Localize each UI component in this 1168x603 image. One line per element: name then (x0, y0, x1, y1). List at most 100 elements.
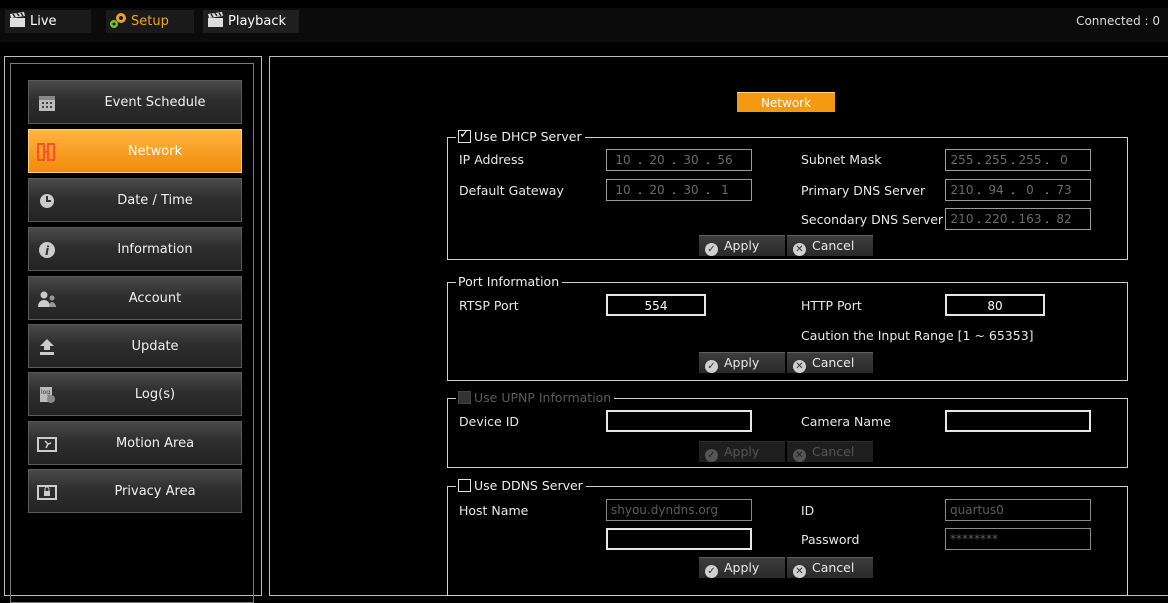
ip-octet: 210 (950, 183, 974, 197)
sidebar-item-logs[interactable]: log Log(s) (28, 372, 242, 416)
button-label: Apply (724, 444, 760, 459)
ip-dot: . (672, 183, 676, 197)
sidebar-item-network[interactable]: Network (28, 129, 242, 173)
network-icon (37, 143, 55, 161)
check-icon: ✓ (705, 243, 718, 256)
port-cancel-button[interactable]: ✕ Cancel (787, 352, 873, 373)
tab-live[interactable]: Live (5, 10, 91, 33)
ip-dot: . (977, 183, 981, 197)
http-port-input[interactable]: 80 (945, 294, 1045, 316)
ip-address-field[interactable]: 10. 20. 30. 56 (606, 149, 752, 171)
dhcp-legend: Use DHCP Server (456, 127, 585, 145)
sidebar-item-update[interactable]: Update (28, 324, 242, 368)
sidebar-item-label: Network (127, 144, 183, 159)
ip-dot: . (1045, 212, 1049, 226)
ip-octet: 0 (1060, 153, 1068, 167)
close-icon: ✕ (793, 243, 806, 256)
dhcp-apply-button[interactable]: ✓ Apply (699, 235, 785, 256)
device-id-label: Device ID (459, 414, 520, 429)
clapper-icon (10, 12, 25, 27)
sidebar-item-label: Privacy Area (114, 484, 196, 499)
upnp-apply-button: ✓ Apply (699, 441, 785, 462)
camera-name-label: Camera Name (801, 414, 891, 429)
users-icon (38, 291, 56, 307)
ip-dot: . (1011, 183, 1015, 197)
port-legend: Port Information (456, 274, 563, 290)
page-title: Network (737, 92, 835, 112)
dhcp-cancel-button[interactable]: ✕ Cancel (787, 235, 873, 256)
button-label: Apply (724, 355, 760, 370)
check-icon: ✓ (705, 360, 718, 373)
calendar-icon (39, 96, 55, 111)
check-icon: ✓ (705, 565, 718, 578)
ip-address-label: IP Address (459, 152, 524, 167)
sidebar-item-motion-area[interactable]: Motion Area (28, 421, 242, 465)
camera-name-input[interactable] (945, 410, 1091, 432)
info-icon: i (39, 242, 55, 258)
button-label: Apply (724, 560, 760, 575)
button-label: Apply (724, 238, 760, 253)
tab-playback-label: Playback (228, 14, 287, 29)
sidebar-item-information[interactable]: i Information (28, 227, 242, 271)
clock-icon (40, 194, 54, 208)
ip-octet: 220 (984, 212, 1008, 226)
ip-octet: 30 (683, 183, 699, 197)
secondary-dns-field[interactable]: 210. 220. 163. 82 (945, 208, 1091, 230)
ip-dot: . (672, 153, 676, 167)
tab-live-label: Live (30, 14, 57, 29)
port-apply-button[interactable]: ✓ Apply (699, 352, 785, 373)
dhcp-legend-label: Use DHCP Server (474, 129, 582, 144)
rtsp-port-input[interactable]: 554 (606, 294, 706, 316)
sidebar-item-event-schedule[interactable]: Event Schedule (28, 80, 242, 124)
host-name-input[interactable]: shyou.dyndns.org (606, 499, 752, 521)
ip-dot: . (638, 183, 642, 197)
dhcp-checkbox[interactable] (458, 127, 471, 143)
ip-dot: . (1045, 153, 1049, 167)
log-icon: log (40, 387, 55, 403)
ddns-password-input[interactable]: ******** (945, 528, 1091, 550)
ip-dot: . (706, 183, 710, 197)
tab-setup[interactable]: Setup (106, 10, 194, 33)
ip-octet: 10 (615, 183, 631, 197)
ddns-legend-label: Use DDNS Server (474, 478, 583, 493)
ip-dot: . (1011, 153, 1015, 167)
sidebar-item-account[interactable]: Account (28, 276, 242, 320)
sidebar-item-label: Date / Time (117, 193, 193, 208)
button-label: Cancel (812, 560, 855, 575)
ddns-checkbox[interactable] (458, 479, 471, 492)
sidebar-item-label: Motion Area (115, 436, 195, 451)
sidebar-item-label: Log(s) (134, 387, 176, 402)
device-id-input[interactable] (606, 410, 752, 432)
close-icon: ✕ (793, 360, 806, 373)
button-label: Cancel (812, 238, 855, 253)
motion-icon (37, 437, 57, 452)
ip-octet: 20 (649, 183, 665, 197)
ip-octet: 255 (1018, 153, 1042, 167)
upnp-legend-label: Use UPNP Information (474, 390, 612, 405)
lock-icon (37, 485, 57, 500)
sidebar-item-privacy-area[interactable]: Privacy Area (28, 469, 242, 513)
subnet-mask-field[interactable]: 255. 255. 255. 0 (945, 149, 1091, 171)
default-gateway-field[interactable]: 10. 20. 30. 1 (606, 179, 752, 201)
upnp-cancel-button: ✕ Cancel (787, 441, 873, 462)
ddns-id-input[interactable]: quartus0 (945, 499, 1091, 521)
tab-playback[interactable]: Playback (203, 10, 299, 33)
ddns-cancel-button[interactable]: ✕ Cancel (787, 557, 873, 578)
secondary-dns-label: Secondary DNS Server (801, 212, 944, 227)
sidebar-item-date-time[interactable]: Date / Time (28, 178, 242, 222)
ip-octet: 10 (615, 153, 631, 167)
host-name-extra-input[interactable] (606, 528, 752, 550)
upload-icon (40, 339, 54, 355)
ip-dot: . (638, 153, 642, 167)
check-icon: ✓ (705, 449, 718, 462)
ip-octet: 94 (988, 183, 1004, 197)
ip-octet: 1 (721, 183, 729, 197)
ddns-password-label: Password (801, 532, 860, 547)
ip-octet: 163 (1018, 212, 1042, 226)
tab-setup-label: Setup (131, 14, 169, 29)
ip-octet: 20 (649, 153, 665, 167)
ddns-apply-button[interactable]: ✓ Apply (699, 557, 785, 578)
port-caution-text: Caution the Input Range [1 ~ 65353] (801, 328, 1034, 343)
ip-dot: . (977, 153, 981, 167)
primary-dns-field[interactable]: 210. 94. 0. 73 (945, 179, 1091, 201)
